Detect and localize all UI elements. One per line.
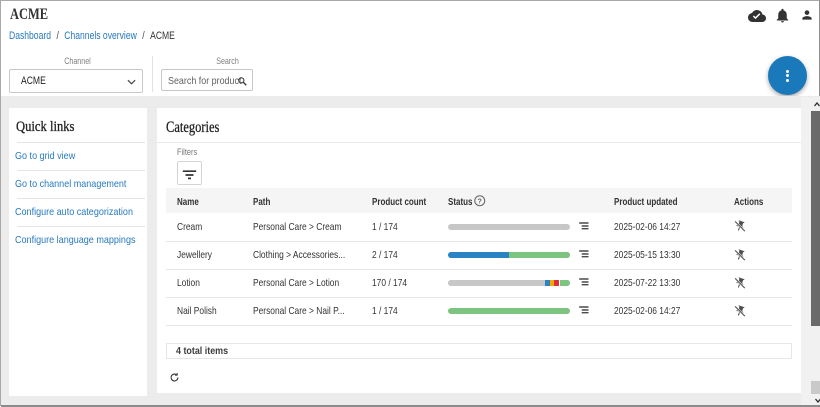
- svg-text:?: ?: [478, 197, 482, 205]
